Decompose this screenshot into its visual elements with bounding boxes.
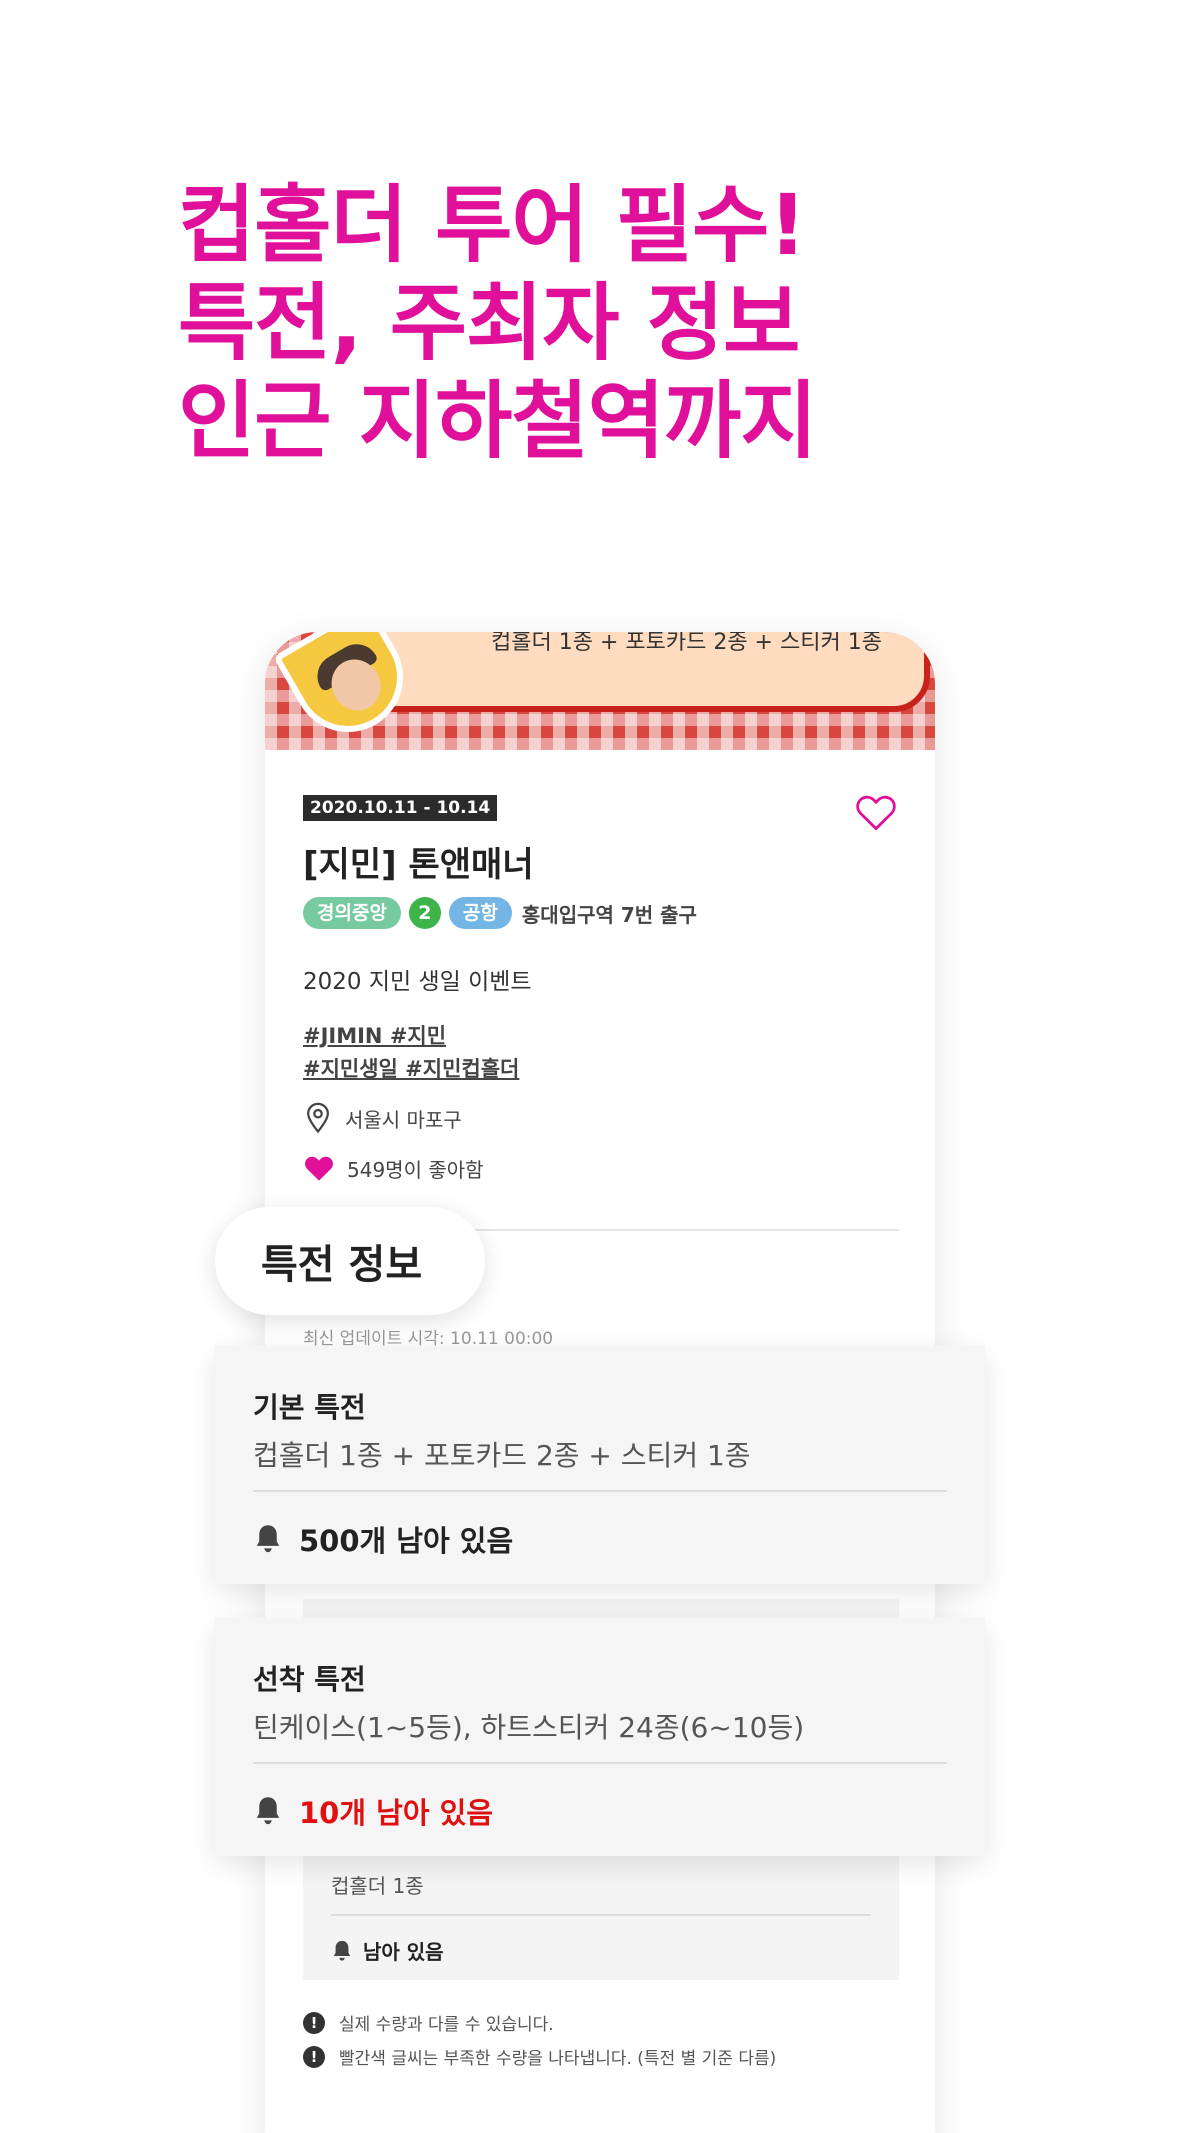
- benefits-section-title: 특전 정보: [215, 1207, 485, 1315]
- exclamation-icon: !: [303, 2045, 325, 2068]
- first-come-remaining-row: 10개 남아 있음: [253, 1790, 493, 1832]
- bell-icon: [256, 1525, 280, 1553]
- extra-benefit-items: 컵홀더 1종: [331, 1874, 424, 1898]
- headline-line-2: 특전, 주최자 정보: [178, 274, 800, 372]
- banner-text: 컵홀더 1종 + 포토카드 2종 + 스티커 1종: [491, 632, 882, 655]
- basic-benefit-items: 컵홀더 1종 + 포토카드 2종 + 스티커 1종: [253, 1439, 751, 1472]
- subway-line-chip: 2: [408, 897, 441, 929]
- divider: [253, 1490, 947, 1492]
- extra-remaining-row: 남아 있음: [331, 1936, 444, 1965]
- notice-row: ! 빨간색 글씨는 부족한 수량을 나타냅니다. (특전 별 기준 다름): [303, 2044, 776, 2069]
- hashtag-link[interactable]: #지민생일 #지민컵홀더: [303, 1053, 519, 1086]
- basic-remaining-text: 500개 남아 있음: [299, 1524, 514, 1558]
- divider: [331, 1914, 871, 1916]
- headline-line-1: 컵홀더 투어 필수!: [178, 176, 807, 274]
- likes-count: 549명이 좋아함: [347, 1157, 484, 1182]
- event-description: 2020 지민 생일 이벤트: [303, 969, 532, 995]
- notice-text: 실제 수량과 다를 수 있습니다.: [339, 2015, 554, 2035]
- promo-headline: 컵홀더 투어 필수! 특전, 주최자 정보 인근 지하철역까지: [178, 176, 1078, 470]
- station-exit: 홍대입구역 7번 출구: [521, 902, 697, 927]
- event-title: [지민] 톤앤매너: [303, 845, 534, 885]
- exclamation-icon: !: [303, 2011, 325, 2034]
- notice-text: 빨간색 글씨는 부족한 수량을 나타냅니다. (특전 별 기준 다름): [339, 2049, 777, 2069]
- headline-line-3: 인근 지하철역까지: [178, 372, 818, 470]
- notice-row: ! 실제 수량과 다를 수 있습니다.: [303, 2010, 554, 2035]
- favorite-heart-icon[interactable]: [855, 792, 897, 832]
- event-banner-image: 컵홀더 1종 + 포토카드 2종 + 스티커 1종: [265, 632, 935, 750]
- first-come-benefit-items: 틴케이스(1~5등), 하트스티커 24종(6~10등): [253, 1711, 805, 1744]
- first-come-benefit-card: 선착 특전 틴케이스(1~5등), 하트스티커 24종(6~10등) 10개 남…: [215, 1618, 985, 1856]
- date-badge: 2020.10.11 - 10.14: [303, 795, 498, 821]
- first-come-benefit-title: 선착 특전: [253, 1663, 366, 1696]
- bell-icon: [333, 1940, 351, 1961]
- first-come-remaining-text: 10개 남아 있음: [299, 1796, 493, 1830]
- hashtags: #JIMIN #지민 #지민생일 #지민컵홀더: [303, 1020, 519, 1086]
- divider: [253, 1762, 947, 1764]
- basic-benefit-card: 기본 특전 컵홀더 1종 + 포토카드 2종 + 스티커 1종 500개 남아 …: [215, 1346, 985, 1584]
- extra-benefit-card: 컵홀더 1종 남아 있음: [303, 1852, 899, 1980]
- hashtag-link[interactable]: #JIMIN #지민: [303, 1020, 519, 1053]
- filled-heart-icon: [305, 1156, 333, 1181]
- location-pin-icon: [307, 1102, 329, 1134]
- likes-row: 549명이 좋아함: [303, 1153, 484, 1183]
- subway-info: 경의중앙 2 공항 홍대입구역 7번 출구: [303, 897, 697, 929]
- bell-icon: [256, 1797, 280, 1825]
- location-text: 서울시 마포구: [345, 1107, 462, 1132]
- basic-remaining-row: 500개 남아 있음: [253, 1518, 513, 1560]
- subway-line-chip: 공항: [448, 897, 512, 929]
- subway-line-chip: 경의중앙: [303, 897, 401, 929]
- basic-benefit-title: 기본 특전: [253, 1391, 366, 1424]
- banner-card: 컵홀더 1종 + 포토카드 2종 + 스티커 1종: [335, 632, 930, 712]
- extra-remaining-text: 남아 있음: [363, 1940, 444, 1964]
- location-row: 서울시 마포구: [303, 1102, 462, 1134]
